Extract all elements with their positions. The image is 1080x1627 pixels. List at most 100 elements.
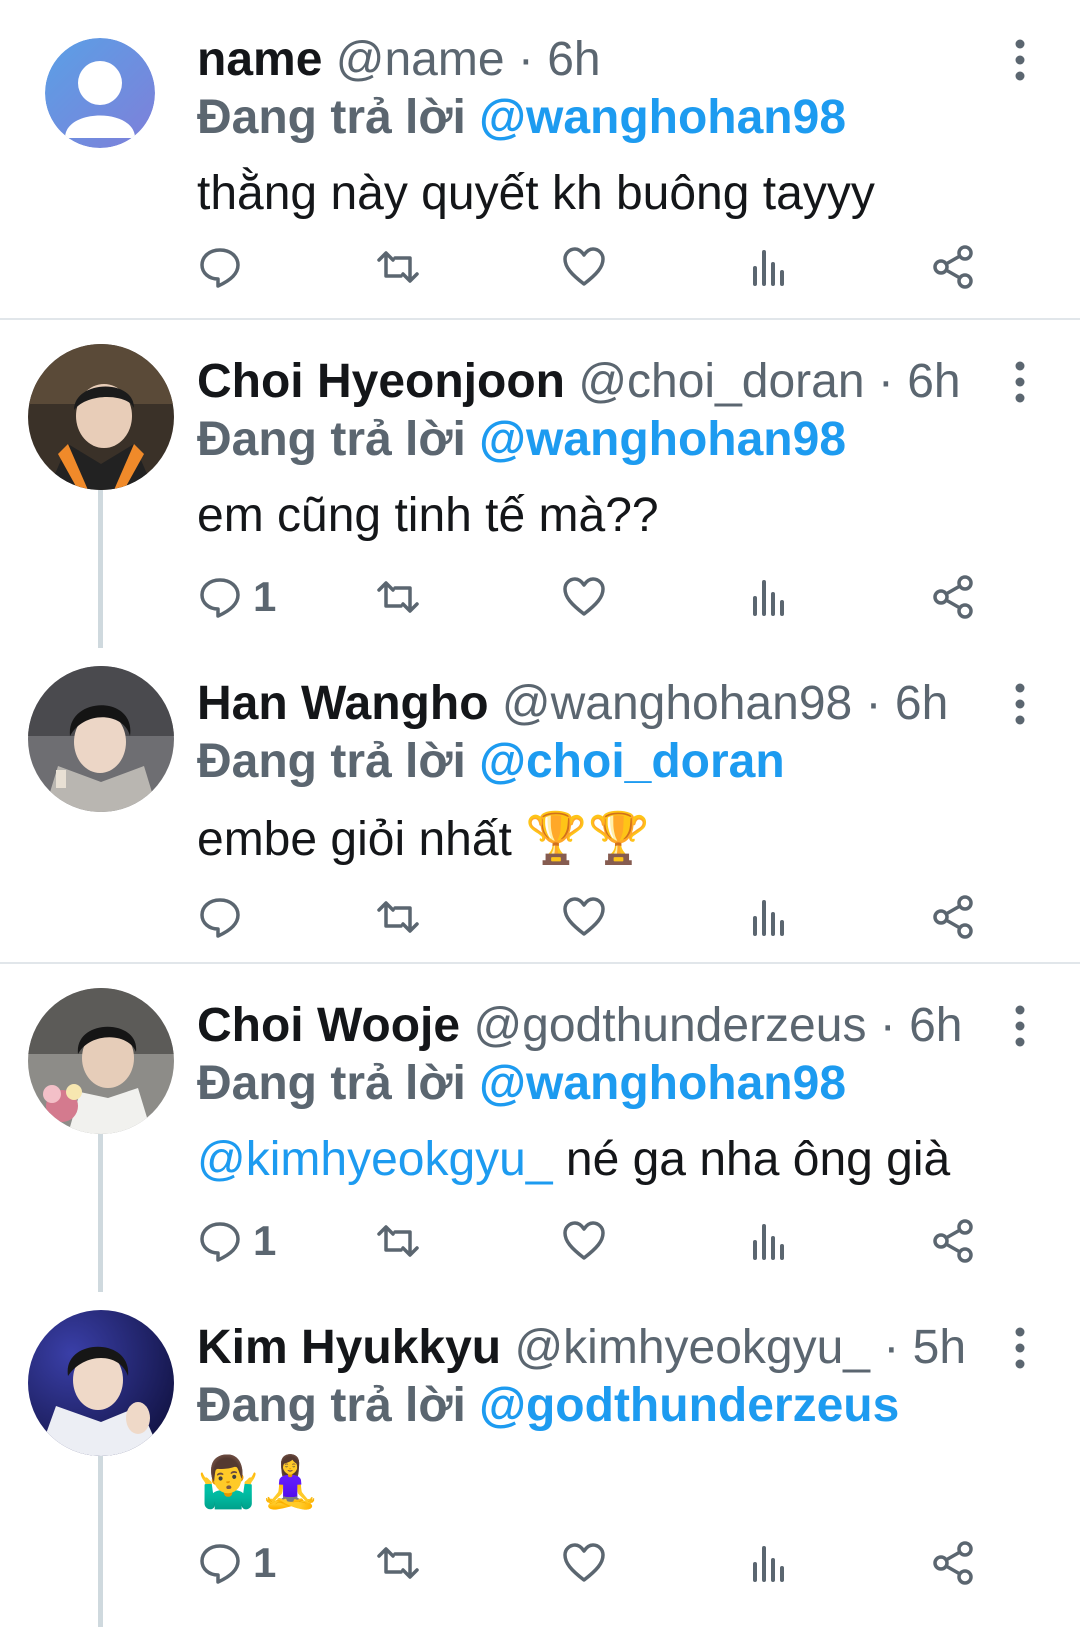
more-vertical-icon[interactable] — [1008, 1326, 1032, 1370]
display-name[interactable]: Choi Wooje — [197, 999, 460, 1052]
share-icon — [933, 1541, 973, 1585]
tweet-text: em cũng tinh tế mà?? — [197, 486, 659, 546]
retweet-button[interactable] — [375, 1538, 421, 1588]
handle[interactable]: @godthunderzeus — [473, 999, 866, 1052]
timestamp[interactable]: 6h — [907, 355, 960, 408]
reply-icon — [200, 1222, 240, 1262]
tweet-3[interactable]: Han Wangho @wanghohan98 · 6h Đang trả lờ… — [0, 644, 1080, 962]
timestamp[interactable]: 6h — [895, 677, 948, 730]
thread-line — [98, 1134, 103, 1292]
avatar[interactable] — [28, 666, 174, 812]
reply-feed: name @name · 6h Đang trả lời @wanghohan9… — [0, 0, 1080, 1627]
shrug-meditate-emoji: 🤷‍♂️🧘‍♀️ — [197, 1453, 322, 1511]
separator-dot: · — [517, 33, 534, 86]
retweet-button[interactable] — [375, 242, 421, 292]
tweet-header: name @name · 6h — [197, 30, 601, 90]
handle[interactable]: @kimhyeokgyu_ — [514, 1321, 870, 1374]
tweet-5[interactable]: Kim Hyukkyu @kimhyeokgyu_ · 5h Đang trả … — [0, 1288, 1080, 1627]
like-button[interactable] — [561, 572, 607, 622]
views-button[interactable] — [747, 1538, 793, 1588]
retweet-button[interactable] — [375, 572, 421, 622]
tweet-text: thằng này quyết kh buông tayyy — [197, 164, 875, 224]
retweet-icon — [377, 1547, 419, 1579]
heart-icon — [563, 1221, 605, 1260]
views-button[interactable] — [747, 242, 793, 292]
more-vertical-icon[interactable] — [1008, 682, 1032, 726]
more-vertical-icon[interactable] — [1008, 38, 1032, 82]
tweet-text: embe giỏi nhất 🏆🏆 — [197, 808, 650, 868]
reply-button[interactable]: 1 — [197, 572, 276, 622]
reply-icon — [200, 578, 240, 618]
avatar[interactable] — [28, 344, 174, 490]
photo-avatar-icon — [28, 1310, 174, 1456]
views-icon — [753, 1224, 784, 1260]
timestamp[interactable]: 5h — [913, 1321, 966, 1374]
tweet-text-body: né ga nha ông già — [552, 1133, 951, 1186]
replying-to: Đang trả lời @wanghohan98 — [197, 410, 846, 470]
like-button[interactable] — [561, 242, 607, 292]
avatar[interactable] — [28, 988, 174, 1134]
views-button[interactable] — [747, 892, 793, 942]
views-icon — [753, 250, 784, 286]
thread-line — [98, 490, 103, 648]
share-icon — [933, 1219, 973, 1263]
timestamp[interactable]: 6h — [547, 33, 600, 86]
reply-button[interactable] — [197, 892, 253, 942]
display-name[interactable]: Han Wangho — [197, 677, 489, 730]
display-name[interactable]: Kim Hyukkyu — [197, 1321, 501, 1374]
tweet-2[interactable]: Choi Hyeonjoon @choi_doran · 6h Đang trả… — [0, 322, 1080, 648]
tweet-text-mention[interactable]: @kimhyeokgyu_ — [197, 1133, 553, 1186]
share-button[interactable] — [931, 1538, 977, 1588]
separator-dot: · — [877, 355, 894, 408]
tweet-1[interactable]: name @name · 6h Đang trả lời @wanghohan9… — [0, 0, 1080, 310]
photo-avatar-icon — [28, 344, 174, 490]
display-name[interactable]: Choi Hyeonjoon — [197, 355, 565, 408]
reply-icon — [200, 248, 240, 288]
handle[interactable]: @name — [336, 33, 505, 86]
share-icon — [933, 895, 973, 939]
tweet-text-body: em cũng tinh tế mà?? — [197, 489, 659, 542]
retweet-button[interactable] — [375, 1216, 421, 1266]
share-button[interactable] — [931, 572, 977, 622]
action-bar — [197, 892, 1047, 942]
handle[interactable]: @wanghohan98 — [502, 677, 852, 730]
reply-button[interactable]: 1 — [197, 1216, 276, 1266]
retweet-icon — [377, 581, 419, 613]
like-button[interactable] — [561, 892, 607, 942]
replying-to-label: Đang trả lời — [197, 91, 466, 144]
replying-to-mention[interactable]: @wanghohan98 — [479, 1057, 846, 1110]
tweet-text: @kimhyeokgyu_ né ga nha ông già — [197, 1130, 950, 1190]
like-button[interactable] — [561, 1216, 607, 1266]
replying-to-mention[interactable]: @choi_doran — [479, 735, 785, 788]
timestamp[interactable]: 6h — [909, 999, 962, 1052]
replying-to-mention[interactable]: @godthunderzeus — [479, 1379, 899, 1432]
share-button[interactable] — [931, 242, 977, 292]
handle[interactable]: @choi_doran — [578, 355, 864, 408]
replying-to: Đang trả lời @wanghohan98 — [197, 88, 846, 148]
retweet-button[interactable] — [375, 892, 421, 942]
views-button[interactable] — [747, 1216, 793, 1266]
reply-icon — [200, 1544, 240, 1584]
tweet-4[interactable]: Choi Wooje @godthunderzeus · 6h Đang trả… — [0, 966, 1080, 1292]
display-name[interactable]: name — [197, 33, 322, 86]
replying-to: Đang trả lời @choi_doran — [197, 732, 785, 792]
avatar[interactable] — [28, 1310, 174, 1456]
share-button[interactable] — [931, 892, 977, 942]
retweet-icon — [377, 251, 419, 283]
tweet-text-body: thằng này quyết kh buông tayyy — [197, 167, 875, 220]
separator-dot: · — [879, 999, 896, 1052]
trophy-emoji: 🏆🏆 — [525, 809, 650, 867]
views-button[interactable] — [747, 572, 793, 622]
reply-button[interactable]: 1 — [197, 1538, 276, 1588]
views-icon — [753, 1546, 784, 1582]
replying-to-label: Đang trả lời — [197, 413, 466, 466]
replying-to-mention[interactable]: @wanghohan98 — [479, 91, 846, 144]
share-button[interactable] — [931, 1216, 977, 1266]
like-button[interactable] — [561, 1538, 607, 1588]
retweet-icon — [377, 901, 419, 933]
more-vertical-icon[interactable] — [1008, 1004, 1032, 1048]
more-vertical-icon[interactable] — [1008, 360, 1032, 404]
avatar[interactable] — [45, 38, 155, 148]
replying-to-mention[interactable]: @wanghohan98 — [479, 413, 846, 466]
reply-button[interactable] — [197, 242, 253, 292]
